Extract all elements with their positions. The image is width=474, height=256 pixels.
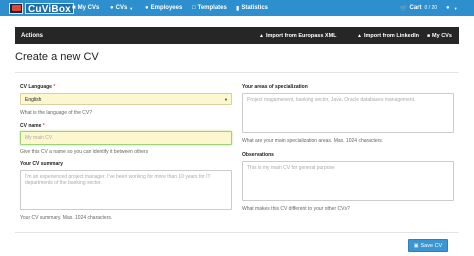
specialization-help: What are your main specialization areas.… (242, 138, 384, 144)
actions-my-cvs-label: My CVs (432, 32, 452, 39)
nav-cart-label: Cart (409, 5, 422, 11)
folder-icon: ■ (72, 5, 76, 11)
nav-statistics-label: Statistics (241, 5, 268, 11)
nav-cart[interactable]: 🛒 Cart 0 / 20 (400, 0, 437, 16)
upload-icon: ▲ (357, 32, 362, 39)
nav-user-menu[interactable]: ● ▼ (446, 0, 458, 16)
nav-cvs-label: CVs (115, 5, 128, 11)
summary-help: Your CV summary. Max. 1024 characters. (20, 215, 113, 221)
people-icon: ● (110, 5, 114, 11)
chevron-down-icon: ▼ (224, 97, 228, 102)
cart-icon: 🛒 (400, 5, 408, 12)
nav-employees-label: Employees (150, 5, 183, 11)
observations-help: What makes this CV different to your oth… (242, 206, 350, 212)
observations-textarea[interactable]: This is my main CV for general purpose (242, 161, 454, 201)
cv-name-help: Give this CV a name so you can identify … (20, 149, 149, 155)
language-label: CV Language * (20, 84, 55, 90)
user-icon: ● (145, 5, 149, 11)
cv-name-placeholder: My main CV (25, 135, 53, 141)
import-linkedin-link[interactable]: ▲ Import from LinkedIn (357, 27, 419, 44)
page-title: Create a new CV (15, 51, 99, 63)
specialization-textarea[interactable]: Project magamenent, banking sector, Java… (242, 93, 454, 133)
folder-icon: ■ (427, 32, 431, 39)
title-divider (15, 72, 459, 73)
summary-textarea[interactable]: I'm an experienced project manager. I've… (20, 170, 232, 210)
cv-name-label-text: CV name (20, 123, 42, 129)
brand-name: CuViBox (25, 2, 74, 15)
actions-my-cvs-link[interactable]: ■ My CVs (427, 27, 452, 44)
chevron-down-icon: ▼ (129, 5, 134, 11)
import-europass-link[interactable]: ▲ Import from Europass XML (259, 27, 337, 44)
observations-placeholder: This is my main CV for general purpose (247, 165, 335, 171)
nav-my-cvs[interactable]: ■ My CVs (72, 0, 99, 16)
user-icon: ● (446, 5, 450, 11)
save-icon: ▣ (413, 242, 419, 249)
import-linkedin-label: Import from LinkedIn (363, 32, 419, 39)
nav-my-cvs-label: My CVs (77, 5, 100, 11)
required-mark: * (53, 84, 56, 90)
cv-name-label: CV name * (20, 123, 45, 129)
top-navbar: CuViBox ■ My CVs ● CVs ▼ ● Employees □ T… (0, 0, 474, 16)
nav-templates-label: Templates (197, 5, 227, 11)
language-help: What is the language of the CV? (20, 110, 92, 116)
nav-templates[interactable]: □ Templates (192, 0, 227, 16)
nav-cvs-dropdown[interactable]: ● CVs ▼ (110, 0, 133, 16)
cv-name-input[interactable]: My main CV (20, 131, 232, 145)
import-europass-label: Import from Europass XML (265, 32, 337, 39)
chevron-down-icon: ▼ (453, 5, 458, 11)
specialization-label: Your areas of specialization (242, 84, 308, 90)
logo-icon (9, 2, 23, 14)
cart-count: 0 / 20 (424, 5, 438, 11)
save-cv-button[interactable]: ▣ Save CV (408, 239, 448, 252)
actions-bar: Actions ▲ Import from Europass XML ▲ Imp… (15, 27, 459, 44)
summary-placeholder: I'm an experienced project manager. I've… (25, 174, 211, 186)
language-label-text: CV Language (20, 84, 52, 90)
form-divider (15, 232, 459, 233)
actions-title: Actions (21, 32, 44, 39)
summary-label: Your CV summary (20, 161, 63, 167)
save-cv-label: Save CV (420, 242, 443, 249)
upload-icon: ▲ (259, 32, 264, 39)
bar-chart-icon: ▮ (236, 5, 240, 12)
file-icon: □ (192, 5, 196, 11)
observations-label: Observations (242, 152, 274, 158)
required-mark: * (42, 123, 45, 129)
nav-statistics[interactable]: ▮ Statistics (236, 0, 268, 16)
language-select[interactable]: English ▼ (20, 93, 232, 105)
brand-logo[interactable]: CuViBox (9, 2, 74, 15)
nav-employees[interactable]: ● Employees (145, 0, 182, 16)
language-selected-value: English (25, 97, 42, 103)
specialization-placeholder: Project magamenent, banking sector, Java… (247, 97, 416, 103)
